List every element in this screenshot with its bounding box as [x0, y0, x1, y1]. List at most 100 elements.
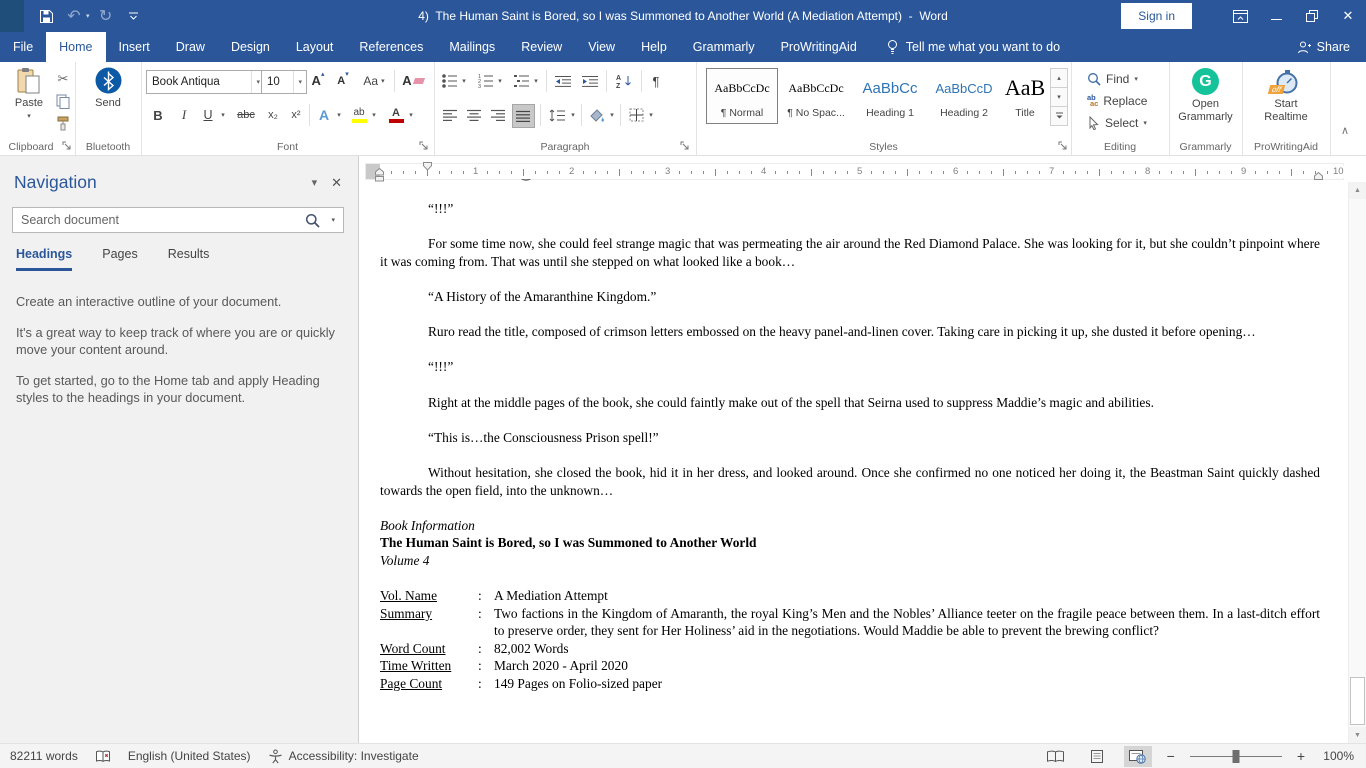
save-button[interactable] [34, 4, 58, 28]
line-spacing-caret-icon[interactable]: ▾ [568, 104, 578, 126]
document-text[interactable]: “!!!” For some time now, she could feel … [380, 200, 1320, 693]
tab-view[interactable]: View [575, 32, 628, 62]
tab-layout[interactable]: Layout [283, 32, 347, 62]
paragraph[interactable]: Without hesitation, she closed the book,… [380, 464, 1320, 499]
zoom-in-button[interactable]: + [1295, 748, 1307, 764]
multilevel-list-button[interactable] [512, 70, 532, 92]
highlight-caret-icon[interactable]: ▾ [369, 104, 379, 126]
decrease-indent-button[interactable] [551, 70, 575, 92]
open-grammarly-button[interactable]: G Open Grammarly [1169, 68, 1242, 124]
language-status[interactable]: English (United States) [128, 749, 251, 763]
bullets-button[interactable] [440, 70, 460, 92]
horizontal-ruler[interactable]: 1 2 3 4 5 6 7 8 9 10 [365, 163, 1344, 180]
zoom-slider[interactable] [1190, 756, 1282, 757]
left-indent-marker[interactable] [375, 168, 384, 182]
paste-button[interactable]: Paste ▾ [6, 67, 52, 120]
italic-button[interactable]: I [174, 104, 194, 126]
tab-prowritingaid[interactable]: ProWritingAid [768, 32, 870, 62]
tab-home[interactable]: Home [46, 32, 105, 62]
find-button[interactable]: Find ▾ [1087, 71, 1138, 87]
font-color-caret-icon[interactable]: ▾ [406, 104, 416, 126]
borders-button[interactable] [625, 104, 647, 126]
styles-scroll-up-button[interactable]: ▴ [1050, 68, 1068, 88]
scroll-down-button[interactable]: ▼ [1349, 727, 1366, 744]
shading-caret-icon[interactable]: ▾ [607, 104, 617, 126]
undo-caret-icon[interactable]: ▾ [86, 12, 90, 20]
sort-button[interactable]: AZ [611, 70, 637, 92]
tab-mailings[interactable]: Mailings [436, 32, 508, 62]
tab-design[interactable]: Design [218, 32, 283, 62]
show-formatting-marks-button[interactable]: ¶ [646, 70, 666, 92]
underline-button[interactable]: U [198, 104, 218, 126]
align-center-button[interactable] [464, 104, 485, 126]
ribbon-display-options-button[interactable] [1222, 0, 1258, 32]
numbering-button[interactable]: 123 [476, 70, 496, 92]
right-indent-marker[interactable] [1314, 172, 1323, 180]
paragraph[interactable]: Ruro read the title, composed of crimson… [380, 323, 1320, 341]
select-button[interactable]: Select ▾ [1087, 115, 1147, 131]
tell-me-box[interactable]: Tell me what you want to do [886, 32, 1060, 62]
borders-caret-icon[interactable]: ▾ [646, 104, 656, 126]
clear-formatting-button[interactable]: A [399, 70, 427, 92]
search-magnifier-icon[interactable] [305, 213, 320, 228]
align-left-button[interactable] [440, 104, 461, 126]
nav-tab-results[interactable]: Results [168, 247, 210, 271]
shrink-font-button[interactable]: A▾ [331, 70, 355, 92]
style-title[interactable]: AaB Title [1002, 68, 1048, 124]
word-app-icon[interactable] [0, 0, 24, 32]
close-button[interactable]: ✕ [1330, 0, 1366, 32]
replace-button[interactable]: abac Replace [1087, 93, 1147, 109]
font-name-combo[interactable]: Book Antiqua ▾ [146, 70, 265, 94]
undo-button[interactable]: ↶ [62, 4, 86, 28]
restore-button[interactable] [1294, 0, 1330, 32]
send-bluetooth-button[interactable]: Send [80, 67, 136, 109]
shading-button[interactable] [586, 104, 608, 126]
subscript-button[interactable]: x₂ [263, 104, 283, 126]
text-effects-caret-icon[interactable]: ▾ [334, 104, 344, 126]
superscript-button[interactable]: x² [286, 104, 306, 126]
vertical-scrollbar[interactable]: ▲ ▼ [1348, 182, 1366, 744]
style-heading1[interactable]: AaBbCc Heading 1 [854, 68, 926, 124]
styles-scroll-down-button[interactable]: ▾ [1050, 87, 1068, 107]
tab-insert[interactable]: Insert [106, 32, 163, 62]
style-no-spacing[interactable]: AaBbCcDc ¶ No Spac... [780, 68, 852, 124]
justify-button[interactable] [512, 104, 535, 128]
paragraph[interactable]: “!!!” [380, 200, 1320, 218]
navigation-options-caret-icon[interactable]: ▾ [300, 176, 330, 189]
tab-help[interactable]: Help [628, 32, 680, 62]
navigation-close-icon[interactable]: ✕ [329, 175, 344, 191]
paragraph[interactable]: Right at the middle pages of the book, s… [380, 394, 1320, 412]
web-layout-button[interactable] [1124, 746, 1152, 767]
search-options-caret-icon[interactable]: ▾ [331, 216, 335, 224]
font-size-caret-icon[interactable]: ▾ [293, 71, 306, 93]
read-mode-button[interactable] [1042, 746, 1070, 767]
multilevel-caret-icon[interactable]: ▾ [531, 70, 541, 92]
tab-draw[interactable]: Draw [163, 32, 218, 62]
tab-references[interactable]: References [346, 32, 436, 62]
search-input[interactable] [12, 207, 344, 233]
scroll-up-button[interactable]: ▲ [1349, 182, 1366, 199]
proofing-errors-button[interactable] [95, 750, 111, 763]
style-heading2[interactable]: AaBbCcD Heading 2 [928, 68, 1000, 124]
word-count-status[interactable]: 82211 words [10, 749, 78, 763]
collapse-ribbon-button[interactable]: ∧ [1341, 124, 1349, 137]
print-layout-button[interactable] [1083, 746, 1111, 767]
numbering-caret-icon[interactable]: ▾ [495, 70, 505, 92]
increase-indent-button[interactable] [578, 70, 602, 92]
zoom-level[interactable]: 100% [1320, 749, 1354, 763]
zoom-out-button[interactable]: − [1165, 748, 1177, 764]
grow-font-button[interactable]: A▴ [306, 70, 330, 92]
scrollbar-thumb[interactable] [1350, 677, 1365, 725]
copy-button[interactable] [54, 92, 72, 110]
bullets-caret-icon[interactable]: ▾ [459, 70, 469, 92]
book-information-block[interactable]: Book Information The Human Saint is Bore… [380, 517, 1320, 693]
nav-tab-headings[interactable]: Headings [16, 247, 72, 271]
highlight-button[interactable]: ab [348, 104, 370, 126]
paragraph[interactable]: “A History of the Amaranthine Kingdom.” [380, 288, 1320, 306]
change-case-button[interactable]: Aa▾ [358, 70, 390, 92]
tab-file[interactable]: File [0, 32, 46, 62]
align-right-button[interactable] [488, 104, 509, 126]
share-button[interactable]: Share [1297, 32, 1366, 62]
strikethrough-button[interactable]: abc [232, 104, 260, 126]
styles-more-button[interactable] [1050, 106, 1068, 126]
